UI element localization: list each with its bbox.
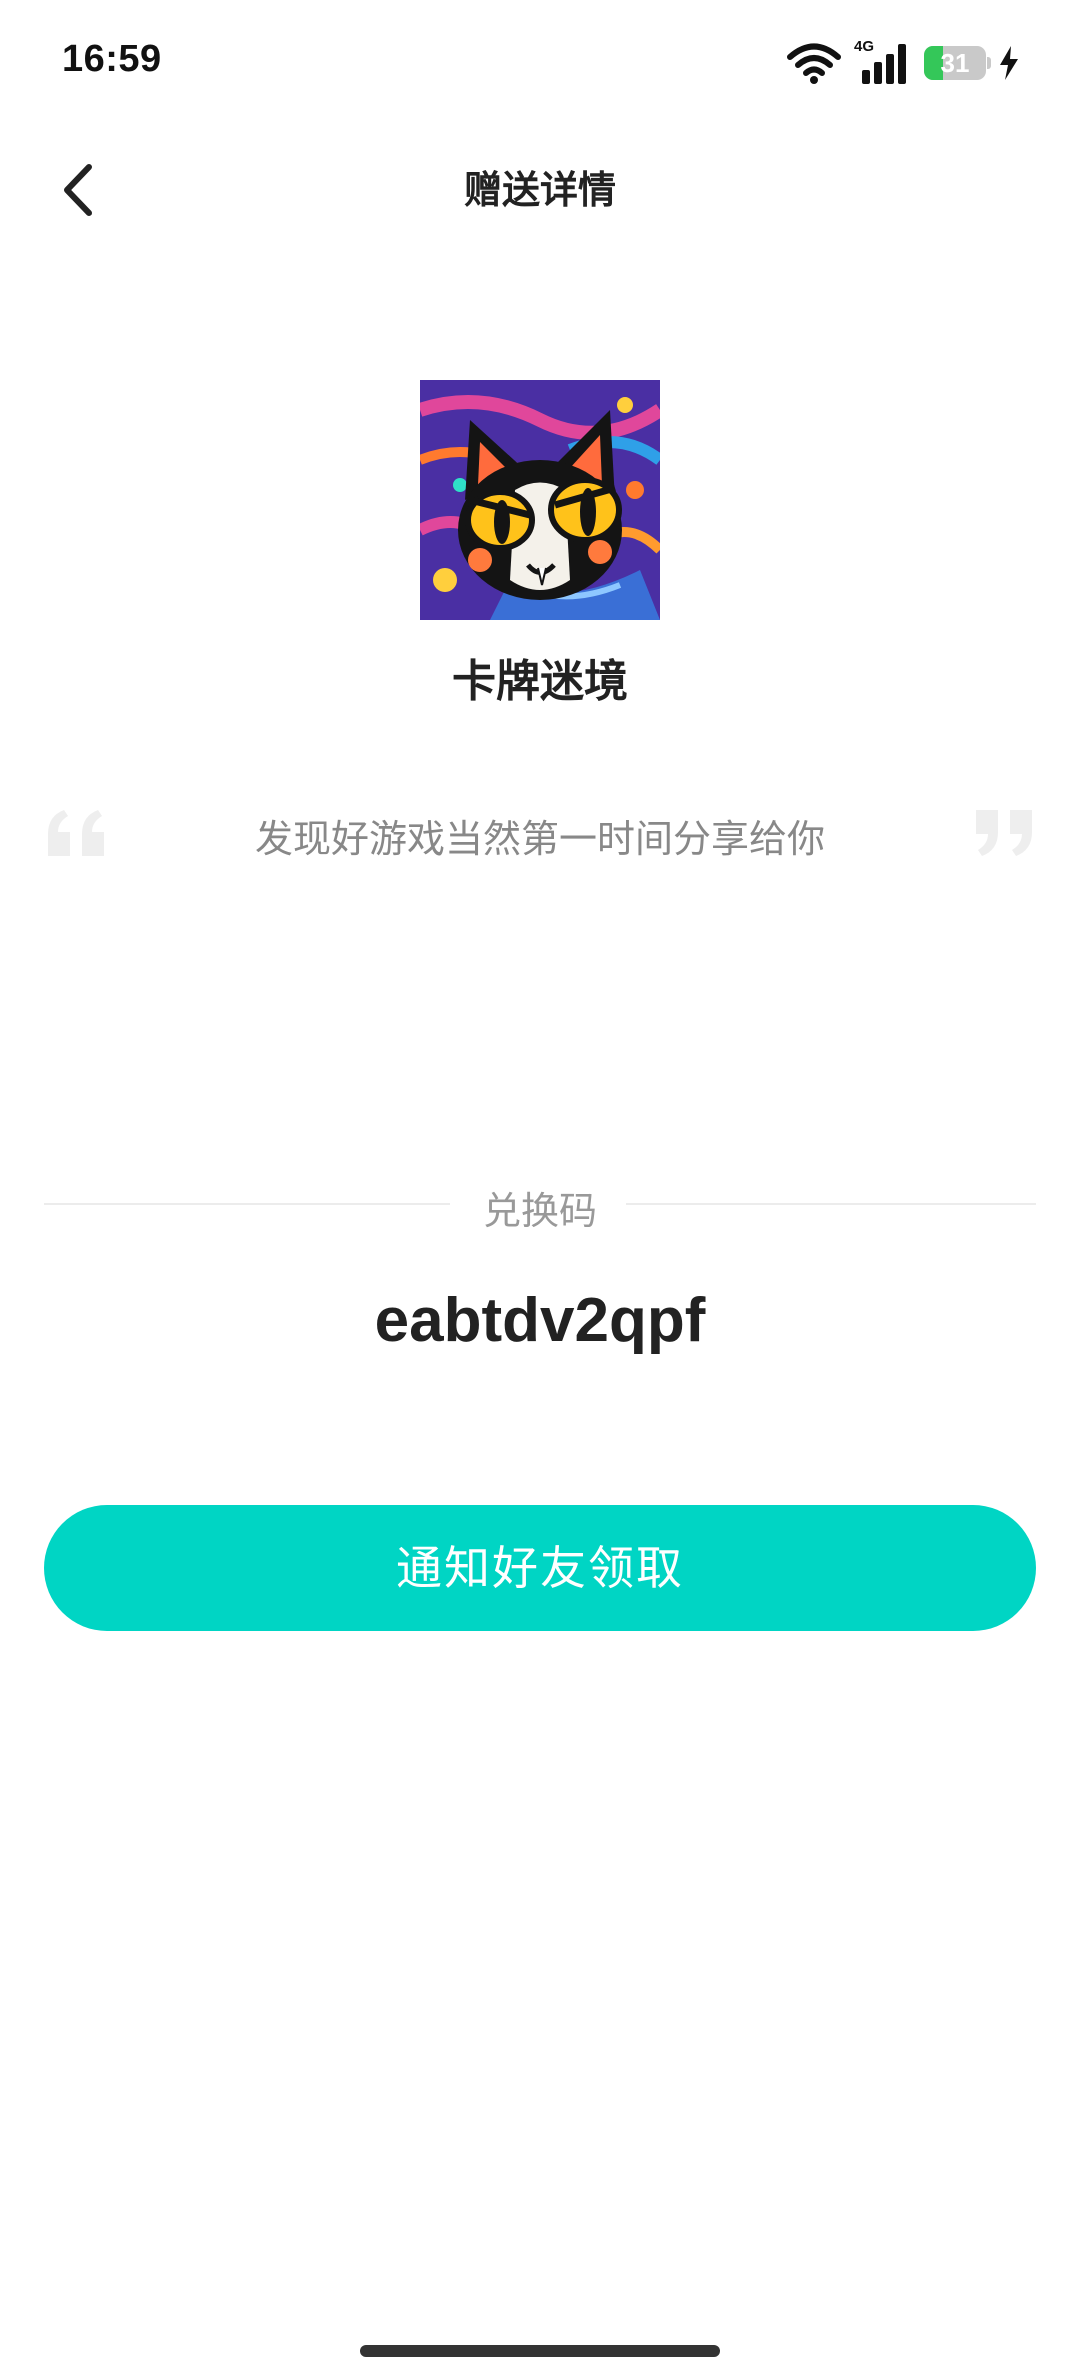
wifi-icon: [787, 43, 841, 84]
battery-icon: 31: [924, 46, 986, 80]
redeem-code-label: 兑换码: [482, 1189, 597, 1233]
gift-details-screen: 16:59 4G 31 赠送详情 卡牌迷境 发现好游戏当然第一时间分享给你 兑换…: [0, 0, 1080, 2376]
back-button[interactable]: [48, 160, 108, 220]
cellular-signal-icon: [862, 44, 906, 84]
close-quote-icon: [976, 810, 1032, 856]
game-name: 卡牌迷境: [452, 656, 628, 707]
battery-cap: [987, 57, 991, 69]
status-bar: 16:59 4G 31: [0, 0, 1080, 130]
battery-indicator: 31: [924, 46, 992, 80]
status-time: 16:59: [62, 38, 162, 80]
page-title: 赠送详情: [463, 168, 616, 212]
nav-bar: 赠送详情: [0, 140, 1080, 240]
redeem-code-value[interactable]: eabtdv2qpf: [0, 1285, 1080, 1356]
divider: [626, 1203, 1036, 1205]
gift-message: 发现好游戏当然第一时间分享给你: [254, 817, 825, 861]
charging-bolt-icon: [1000, 46, 1018, 80]
chevron-left-icon: [64, 164, 92, 216]
game-cover-image: [420, 380, 660, 620]
home-indicator[interactable]: [360, 2345, 720, 2357]
cellular-signal: 4G: [854, 38, 910, 84]
notify-friend-button[interactable]: 通知好友领取: [44, 1505, 1036, 1631]
battery-level: 31: [940, 48, 970, 78]
status-icons: 4G 31: [786, 38, 1020, 88]
cat-game-cover-icon: [420, 380, 660, 620]
